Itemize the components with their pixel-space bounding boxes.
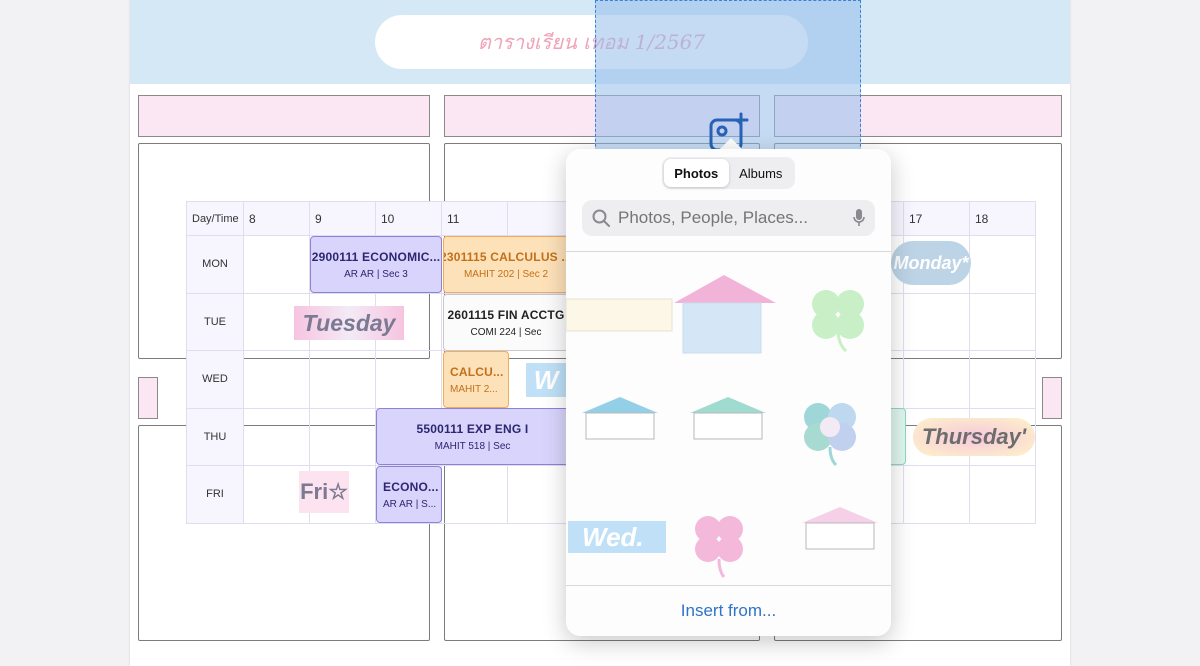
event-title: ECONO... [383, 479, 439, 494]
corner-label: Day/Time [186, 201, 244, 236]
timetable-cell[interactable] [442, 466, 508, 524]
timetable-cell[interactable] [970, 466, 1036, 524]
sticker-wed-partial[interactable]: W [526, 363, 566, 397]
timetable-cell[interactable] [970, 351, 1036, 409]
event-tue-fin-acctg[interactable]: 2601115 FIN ACCTG COMI 224 | Sec [443, 294, 569, 351]
event-wed-calculus[interactable]: CALCU... MAHIT 2... [443, 351, 509, 408]
timetable-cell[interactable] [376, 351, 442, 409]
hour-header: 18 [970, 201, 1036, 236]
thumb-wed-sticker[interactable]: Wed. [568, 521, 666, 553]
search-icon [592, 209, 610, 227]
section-bar-left-lower [138, 377, 158, 419]
event-title: 5500111 EXP ENG I [416, 421, 529, 436]
timetable-cell[interactable] [904, 466, 970, 524]
photo-search-bar[interactable] [582, 200, 875, 236]
event-title: 2900111 ECONOMIC... [311, 249, 441, 264]
thumb-teal-clover[interactable] [804, 403, 856, 467]
hour-header: 10 [376, 201, 442, 236]
timetable-cell[interactable] [310, 408, 376, 466]
event-subtitle: MAHIT 2... [450, 383, 498, 395]
photo-source-segmented-control: Photos Albums [662, 157, 795, 189]
day-label: THU [186, 408, 244, 466]
event-subtitle: MAHIT 518 | Sec [434, 440, 511, 452]
sticker-tuesday[interactable]: Tuesday [294, 306, 404, 340]
day-label: TUE [186, 293, 244, 351]
sticker-friday[interactable]: Fri☆ [299, 471, 349, 513]
hour-header: 11 [442, 201, 508, 236]
timetable-cell[interactable] [310, 351, 376, 409]
thumb-wed-text: Wed. [582, 522, 644, 552]
tab-albums[interactable]: Albums [729, 159, 794, 187]
thumb-mint-roof-house[interactable] [690, 397, 766, 440]
sticker-thumbnail-grid: Wed. [566, 275, 878, 578]
thumb-pink-roof-house[interactable] [802, 507, 878, 550]
event-mon-economics[interactable]: 2900111 ECONOMIC... AR AR | Sec 3 [310, 236, 442, 293]
timetable-cell[interactable] [904, 293, 970, 351]
timetable-cell[interactable] [508, 466, 574, 524]
hour-header: 8 [244, 201, 310, 236]
timetable-cell[interactable] [904, 351, 970, 409]
thumb-green-clover[interactable] [812, 290, 864, 353]
event-title: 2301115 CALCULUS ... [443, 249, 569, 264]
event-subtitle: COMI 224 | Sec [470, 326, 542, 338]
microphone-icon[interactable] [853, 209, 865, 227]
event-subtitle: AR AR | Sec 3 [344, 268, 408, 280]
thumb-pink-clover[interactable] [695, 516, 743, 578]
thumb-pink-house[interactable] [674, 275, 776, 354]
event-subtitle: MAHIT 202 | Sec 2 [463, 268, 549, 280]
timetable-cell[interactable] [970, 236, 1036, 294]
timetable-cell[interactable] [244, 236, 310, 294]
event-subtitle: AR AR | S... [383, 498, 437, 510]
day-label: FRI [186, 466, 244, 524]
timetable-cell[interactable] [244, 351, 310, 409]
hour-header [508, 201, 574, 236]
photo-picker-popover: Photos Albums Wed. Insert from... [566, 149, 891, 636]
timetable-cell[interactable] [244, 408, 310, 466]
thumb-blue-roof-house[interactable] [582, 397, 658, 440]
timetable-cell[interactable] [970, 293, 1036, 351]
section-bar-left [138, 95, 430, 137]
tab-photos[interactable]: Photos [664, 159, 729, 187]
event-thu-exp-eng[interactable]: 5500111 EXP ENG I MAHIT 518 | Sec [376, 408, 569, 465]
day-label: MON [186, 236, 244, 294]
sticker-monday[interactable]: Monday* [891, 241, 971, 285]
day-label: WED [186, 351, 244, 409]
search-divider [566, 251, 891, 252]
hour-header: 17 [904, 201, 970, 236]
thumb-yellow-bar[interactable] [566, 298, 673, 332]
hour-header: 9 [310, 201, 376, 236]
section-bar-right-lower [1042, 377, 1062, 419]
event-title: CALCU... [450, 364, 504, 379]
sticker-thursday[interactable]: Thursday' [913, 418, 1035, 456]
event-mon-calculus[interactable]: 2301115 CALCULUS ... MAHIT 202 | Sec 2 [443, 236, 569, 293]
insert-from-button[interactable]: Insert from... [566, 586, 891, 636]
event-title: 2601115 FIN ACCTG [447, 307, 565, 322]
event-fri-economics[interactable]: ECONO... AR AR | S... [376, 466, 442, 523]
photo-search-input[interactable] [616, 207, 853, 229]
